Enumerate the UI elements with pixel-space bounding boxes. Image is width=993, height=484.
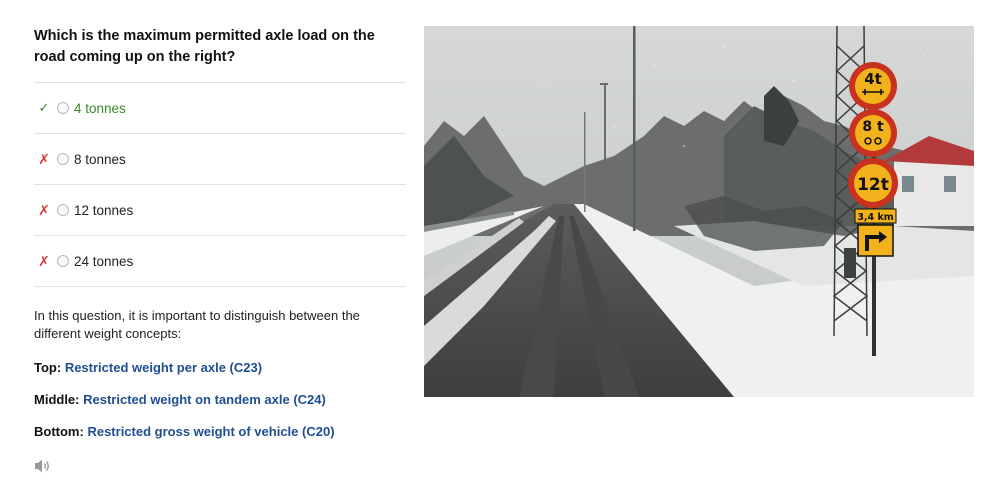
check-icon: ✓: [38, 100, 50, 115]
explanation-text: In this question, it is important to dis…: [34, 308, 360, 341]
cross-icon: ✗: [38, 201, 50, 218]
answer-label: 8 tonnes: [74, 151, 126, 167]
answer-option-4[interactable]: ✗ 24 tonnes: [34, 236, 406, 287]
tandem-axle-sign: 8 t: [849, 109, 897, 157]
definition-middle: Middle: Restricted weight on tandem axle…: [34, 391, 406, 409]
definitions: Top: Restricted weight per axle (C23) Mi…: [34, 359, 406, 441]
definition-link[interactable]: Restricted gross weight of vehicle (C20): [87, 424, 334, 439]
radio-button[interactable]: [57, 102, 69, 114]
cross-icon: ✗: [38, 150, 50, 167]
gross-weight-sign-text: 12t: [857, 175, 889, 195]
distance-plate: 3,4 km: [854, 208, 897, 224]
turn-right-arrow-sign: [857, 224, 894, 257]
definition-bottom: Bottom: Restricted gross weight of vehic…: [34, 423, 406, 441]
gross-weight-sign: 12t: [848, 158, 898, 208]
axle-load-sign: 4t: [849, 62, 897, 110]
answer-option-3[interactable]: ✗ 12 tonnes: [34, 185, 406, 236]
radio-button[interactable]: [57, 204, 69, 216]
radio-button[interactable]: [57, 255, 69, 267]
answer-label: 24 tonnes: [74, 253, 134, 269]
answer-option-2[interactable]: ✗ 8 tonnes: [34, 134, 406, 185]
speaker-icon[interactable]: [34, 458, 52, 474]
question-panel: Which is the maximum permitted axle load…: [34, 26, 406, 441]
definition-link[interactable]: Restricted weight on tandem axle (C24): [83, 392, 326, 407]
definition-label: Middle:: [34, 392, 80, 407]
cross-icon: ✗: [38, 252, 50, 269]
answer-label: 4 tonnes: [74, 100, 126, 116]
answer-list: ✓ 4 tonnes ✗ 8 tonnes ✗ 12 tonnes ✗ 24 t…: [34, 82, 406, 287]
tandem-axle-sign-text: 8 t: [862, 119, 884, 135]
axle-load-sign-text: 4t: [864, 70, 882, 88]
distance-plate-text: 3,4 km: [857, 212, 893, 223]
radio-button[interactable]: [57, 153, 69, 165]
answer-label: 12 tonnes: [74, 202, 134, 218]
definition-label: Top:: [34, 360, 62, 375]
definition-link[interactable]: Restricted weight per axle (C23): [65, 360, 262, 375]
road-sign-photo: 4t 8 t 12t 3,4 km: [424, 26, 974, 397]
definition-label: Bottom:: [34, 424, 84, 439]
answer-option-1[interactable]: ✓ 4 tonnes: [34, 83, 406, 134]
question-text: Which is the maximum permitted axle load…: [34, 28, 375, 65]
definition-top: Top: Restricted weight per axle (C23): [34, 359, 406, 377]
